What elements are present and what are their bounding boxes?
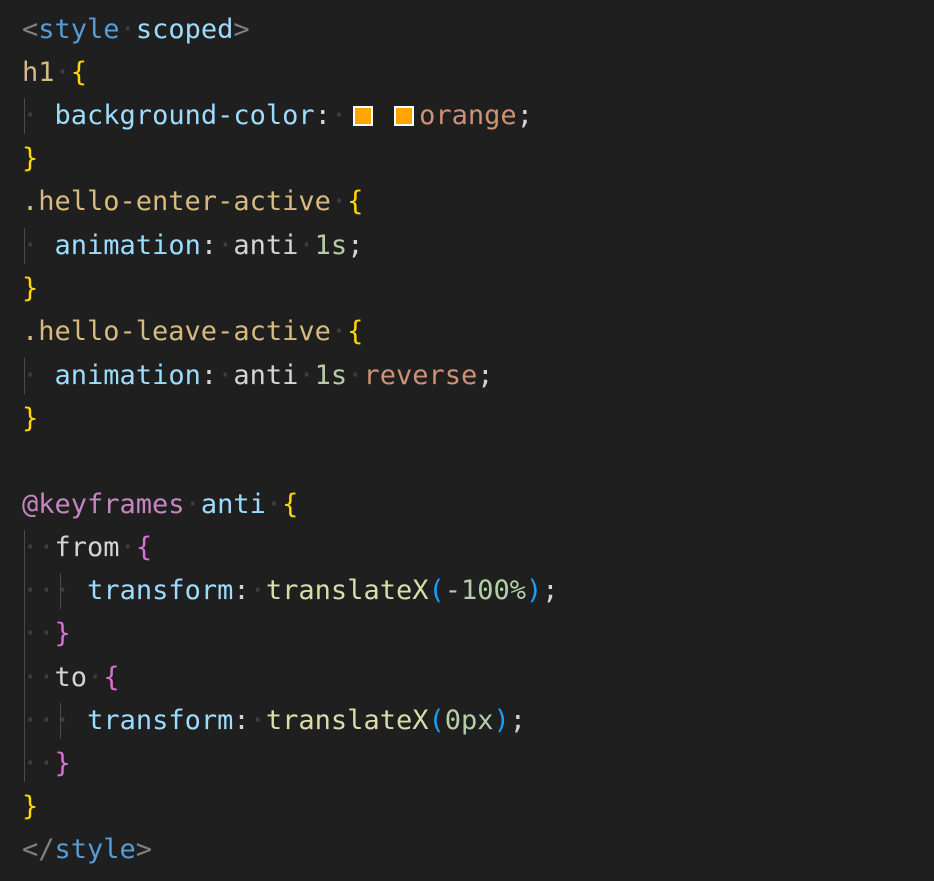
paren: ( [428,705,445,736]
animation-name: anti [233,360,299,391]
animation-name: anti [233,230,299,261]
code-line-19: } [22,785,38,828]
paren: ) [493,705,510,736]
code-line-18: ··} [22,748,71,779]
tag-name: style [54,834,136,865]
paren: ( [428,575,445,606]
code-line-12: @keyframes·anti·{ [22,489,299,520]
colon: : [200,230,218,261]
tag-attribute: scoped [135,14,234,45]
tag-bracket: < [22,14,39,45]
colon: : [233,705,250,736]
code-line-14: ··· transform:·translateX(-100%); [22,575,559,606]
tag-bracket: </ [22,834,55,865]
tag-bracket: > [135,834,153,865]
brace: } [54,748,71,779]
brace: { [347,316,364,347]
brace: } [22,791,39,822]
semicolon: ; [347,230,364,261]
code-line-16: ··to·{ [22,662,120,693]
code-editor[interactable]: <style·scoped> h1·{ · background-color:·… [0,0,934,881]
semicolon: ; [542,575,559,606]
keyframe-selector: to [54,662,88,693]
brace: { [282,489,299,520]
css-selector: .hello-enter-active [22,186,331,217]
css-property: animation [54,360,201,391]
code-line-7: } [22,267,38,310]
css-function: translateX [265,575,429,606]
code-line-15: ··} [22,618,71,649]
brace: } [54,618,71,649]
number: 1s [314,360,348,391]
css-value: reverse [363,360,478,391]
css-property: background-color [54,100,315,131]
code-line-6: · animation:·anti·1s; [22,230,364,261]
css-property: transform [87,705,234,736]
color-swatch-icon[interactable] [353,106,374,126]
code-line-3: · background-color:· orange; [22,100,533,131]
css-property: transform [87,575,234,606]
number: 1s [314,230,348,261]
keyframe-selector: from [54,532,120,563]
color-swatch-icon[interactable] [394,106,415,126]
css-property: animation [54,230,201,261]
tag-name: style [38,14,120,45]
brace: { [70,57,88,88]
semicolon: ; [516,100,533,131]
css-selector: .hello-leave-active [22,316,331,347]
colon: : [200,360,218,391]
css-selector: h1 [22,57,55,88]
code-line-2: h1·{ [22,57,88,88]
semicolon: ; [509,705,527,736]
code-line-10: } [22,397,38,440]
number: -100% [444,575,527,606]
brace: } [22,403,39,434]
semicolon: ; [477,360,494,391]
number: 0px [444,705,494,736]
colon: : [314,100,331,131]
brace: { [347,186,364,217]
code-line-17: ··· transform:·translateX(0px); [22,705,527,736]
css-function: translateX [265,705,429,736]
at-rule: @keyframes [22,489,185,520]
tag-bracket: > [233,14,250,45]
code-line-13: ··from·{ [22,532,153,563]
code-line-4: } [22,137,38,180]
code-line-8: .hello-leave-active·{ [22,316,364,347]
brace: } [22,143,39,174]
brace: { [103,662,120,693]
code-line-9: · animation:·anti·1s·reverse; [22,360,494,391]
code-line-5: .hello-enter-active·{ [22,186,364,217]
css-value: orange [419,100,517,131]
brace: } [22,273,39,304]
code-line-1: <style·scoped> [22,14,250,45]
code-line-20: </style> [22,828,152,871]
colon: : [233,575,250,606]
brace: { [135,532,153,563]
keyframes-name: anti [200,489,266,520]
paren: ) [526,575,543,606]
